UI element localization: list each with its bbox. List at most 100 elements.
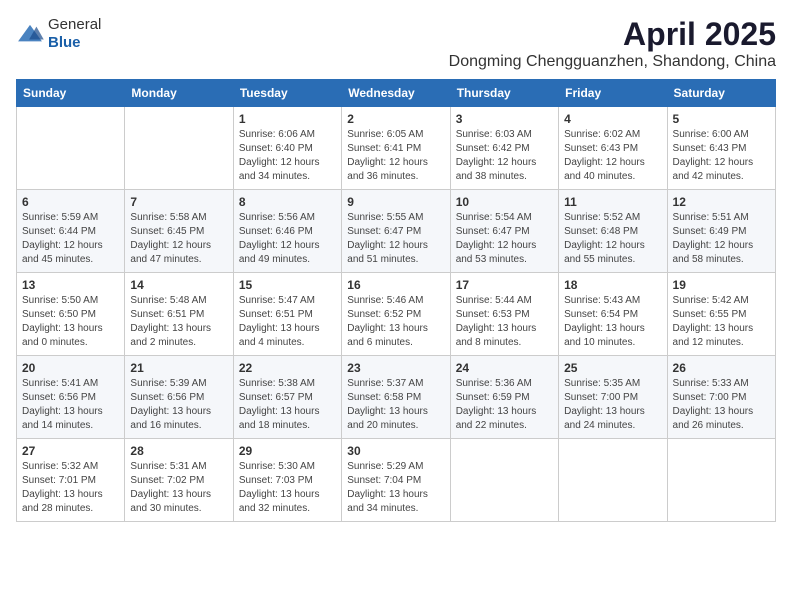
day-number: 22	[239, 361, 336, 375]
calendar-cell: 2 Sunrise: 6:05 AM Sunset: 6:41 PM Daylig…	[342, 107, 450, 190]
day-number: 24	[456, 361, 553, 375]
day-number: 7	[130, 195, 227, 209]
calendar-week-row: 6 Sunrise: 5:59 AM Sunset: 6:44 PM Daylig…	[17, 190, 776, 273]
logo-text: General Blue	[48, 16, 101, 52]
day-number: 28	[130, 444, 227, 458]
day-info: Sunrise: 5:38 AM Sunset: 6:57 PM Dayligh…	[239, 377, 336, 433]
weekday-header-tuesday: Tuesday	[233, 80, 341, 107]
calendar-cell: 18Sunrise: 5:43 AM Sunset: 6:54 PM Dayli…	[559, 273, 667, 356]
day-number: 26	[673, 361, 770, 375]
day-info: Sunrise: 5:59 AM Sunset: 6:44 PM Dayligh…	[22, 211, 119, 267]
weekday-header-thursday: Thursday	[450, 80, 558, 107]
day-info: Sunrise: 5:35 AM Sunset: 7:00 PM Dayligh…	[564, 377, 661, 433]
calendar-cell: 22 Sunrise: 5:38 AM Sunset: 6:57 PM Dayli…	[233, 356, 341, 439]
calendar-cell: 4 Sunrise: 6:02 AM Sunset: 6:43 PM Daylig…	[559, 107, 667, 190]
day-number: 29	[239, 444, 336, 458]
calendar-cell: 5 Sunrise: 6:00 AM Sunset: 6:43 PM Daylig…	[667, 107, 775, 190]
day-info: Sunrise: 5:42 AM Sunset: 6:55 PM Dayligh…	[673, 294, 770, 350]
calendar-cell: 20 Sunrise: 5:41 AM Sunset: 6:56 PM Dayli…	[17, 356, 125, 439]
calendar-week-row: 27 Sunrise: 5:32 AM Sunset: 7:01 PM Dayli…	[17, 439, 776, 522]
calendar-cell	[125, 107, 233, 190]
weekday-header-sunday: Sunday	[17, 80, 125, 107]
day-info: Sunrise: 5:32 AM Sunset: 7:01 PM Dayligh…	[22, 460, 119, 516]
day-number: 27	[22, 444, 119, 458]
day-number: 4	[564, 112, 661, 126]
day-number: 21	[130, 361, 227, 375]
calendar-cell: 7Sunrise: 5:58 AM Sunset: 6:45 PM Daylig…	[125, 190, 233, 273]
day-number: 17	[456, 278, 553, 292]
day-info: Sunrise: 5:36 AM Sunset: 6:59 PM Dayligh…	[456, 377, 553, 433]
calendar-cell: 10 Sunrise: 5:54 AM Sunset: 6:47 PM Dayli…	[450, 190, 558, 273]
calendar-cell: 29 Sunrise: 5:30 AM Sunset: 7:03 PM Dayli…	[233, 439, 341, 522]
day-number: 12	[673, 195, 770, 209]
day-info: Sunrise: 5:47 AM Sunset: 6:51 PM Dayligh…	[239, 294, 336, 350]
day-number: 14	[130, 278, 227, 292]
calendar-week-row: 1 Sunrise: 6:06 AM Sunset: 6:40 PM Daylig…	[17, 107, 776, 190]
day-info: Sunrise: 5:50 AM Sunset: 6:50 PM Dayligh…	[22, 294, 119, 350]
day-info: Sunrise: 6:02 AM Sunset: 6:43 PM Dayligh…	[564, 128, 661, 184]
day-info: Sunrise: 5:30 AM Sunset: 7:03 PM Dayligh…	[239, 460, 336, 516]
header: General Blue April 2025 Dongming Chenggu…	[16, 16, 776, 71]
day-number: 3	[456, 112, 553, 126]
weekday-header-friday: Friday	[559, 80, 667, 107]
day-info: Sunrise: 6:06 AM Sunset: 6:40 PM Dayligh…	[239, 128, 336, 184]
day-number: 20	[22, 361, 119, 375]
calendar-cell	[667, 439, 775, 522]
calendar-cell: 17 Sunrise: 5:44 AM Sunset: 6:53 PM Dayli…	[450, 273, 558, 356]
day-number: 18	[564, 278, 661, 292]
day-number: 2	[347, 112, 444, 126]
calendar-cell: 12 Sunrise: 5:51 AM Sunset: 6:49 PM Dayli…	[667, 190, 775, 273]
calendar-cell: 23Sunrise: 5:37 AM Sunset: 6:58 PM Dayli…	[342, 356, 450, 439]
calendar-cell: 14Sunrise: 5:48 AM Sunset: 6:51 PM Dayli…	[125, 273, 233, 356]
calendar-cell: 28 Sunrise: 5:31 AM Sunset: 7:02 PM Dayli…	[125, 439, 233, 522]
calendar-cell	[559, 439, 667, 522]
day-info: Sunrise: 5:52 AM Sunset: 6:48 PM Dayligh…	[564, 211, 661, 267]
day-number: 6	[22, 195, 119, 209]
day-number: 13	[22, 278, 119, 292]
weekday-header-wednesday: Wednesday	[342, 80, 450, 107]
weekday-header-row: SundayMondayTuesdayWednesdayThursdayFrid…	[17, 80, 776, 107]
day-number: 5	[673, 112, 770, 126]
day-info: Sunrise: 5:41 AM Sunset: 6:56 PM Dayligh…	[22, 377, 119, 433]
calendar-table: SundayMondayTuesdayWednesdayThursdayFrid…	[16, 79, 776, 522]
day-number: 25	[564, 361, 661, 375]
day-info: Sunrise: 6:05 AM Sunset: 6:41 PM Dayligh…	[347, 128, 444, 184]
calendar-week-row: 13 Sunrise: 5:50 AM Sunset: 6:50 PM Dayli…	[17, 273, 776, 356]
calendar-cell: 6 Sunrise: 5:59 AM Sunset: 6:44 PM Daylig…	[17, 190, 125, 273]
calendar-cell: 11 Sunrise: 5:52 AM Sunset: 6:48 PM Dayli…	[559, 190, 667, 273]
day-number: 15	[239, 278, 336, 292]
calendar-cell: 16Sunrise: 5:46 AM Sunset: 6:52 PM Dayli…	[342, 273, 450, 356]
day-info: Sunrise: 5:31 AM Sunset: 7:02 PM Dayligh…	[130, 460, 227, 516]
calendar-cell: 3Sunrise: 6:03 AM Sunset: 6:42 PM Daylig…	[450, 107, 558, 190]
weekday-header-monday: Monday	[125, 80, 233, 107]
day-number: 23	[347, 361, 444, 375]
logo-icon	[16, 23, 44, 45]
day-info: Sunrise: 5:33 AM Sunset: 7:00 PM Dayligh…	[673, 377, 770, 433]
calendar-cell: 24 Sunrise: 5:36 AM Sunset: 6:59 PM Dayli…	[450, 356, 558, 439]
day-number: 8	[239, 195, 336, 209]
calendar-cell: 19Sunrise: 5:42 AM Sunset: 6:55 PM Dayli…	[667, 273, 775, 356]
calendar-cell: 26 Sunrise: 5:33 AM Sunset: 7:00 PM Dayli…	[667, 356, 775, 439]
calendar-week-row: 20 Sunrise: 5:41 AM Sunset: 6:56 PM Dayli…	[17, 356, 776, 439]
calendar-cell: 9 Sunrise: 5:55 AM Sunset: 6:47 PM Daylig…	[342, 190, 450, 273]
weekday-header-saturday: Saturday	[667, 80, 775, 107]
logo-general: General	[48, 16, 101, 33]
calendar-cell	[450, 439, 558, 522]
day-number: 9	[347, 195, 444, 209]
calendar-cell	[17, 107, 125, 190]
day-number: 11	[564, 195, 661, 209]
day-info: Sunrise: 5:29 AM Sunset: 7:04 PM Dayligh…	[347, 460, 444, 516]
day-info: Sunrise: 6:00 AM Sunset: 6:43 PM Dayligh…	[673, 128, 770, 184]
day-info: Sunrise: 5:51 AM Sunset: 6:49 PM Dayligh…	[673, 211, 770, 267]
day-info: Sunrise: 5:55 AM Sunset: 6:47 PM Dayligh…	[347, 211, 444, 267]
day-number: 1	[239, 112, 336, 126]
logo: General Blue	[16, 16, 101, 52]
day-info: Sunrise: 5:44 AM Sunset: 6:53 PM Dayligh…	[456, 294, 553, 350]
day-number: 10	[456, 195, 553, 209]
day-number: 30	[347, 444, 444, 458]
month-title: April 2025	[449, 16, 776, 53]
calendar-cell: 1 Sunrise: 6:06 AM Sunset: 6:40 PM Daylig…	[233, 107, 341, 190]
day-info: Sunrise: 5:54 AM Sunset: 6:47 PM Dayligh…	[456, 211, 553, 267]
day-info: Sunrise: 5:39 AM Sunset: 6:56 PM Dayligh…	[130, 377, 227, 433]
calendar-cell: 25 Sunrise: 5:35 AM Sunset: 7:00 PM Dayli…	[559, 356, 667, 439]
